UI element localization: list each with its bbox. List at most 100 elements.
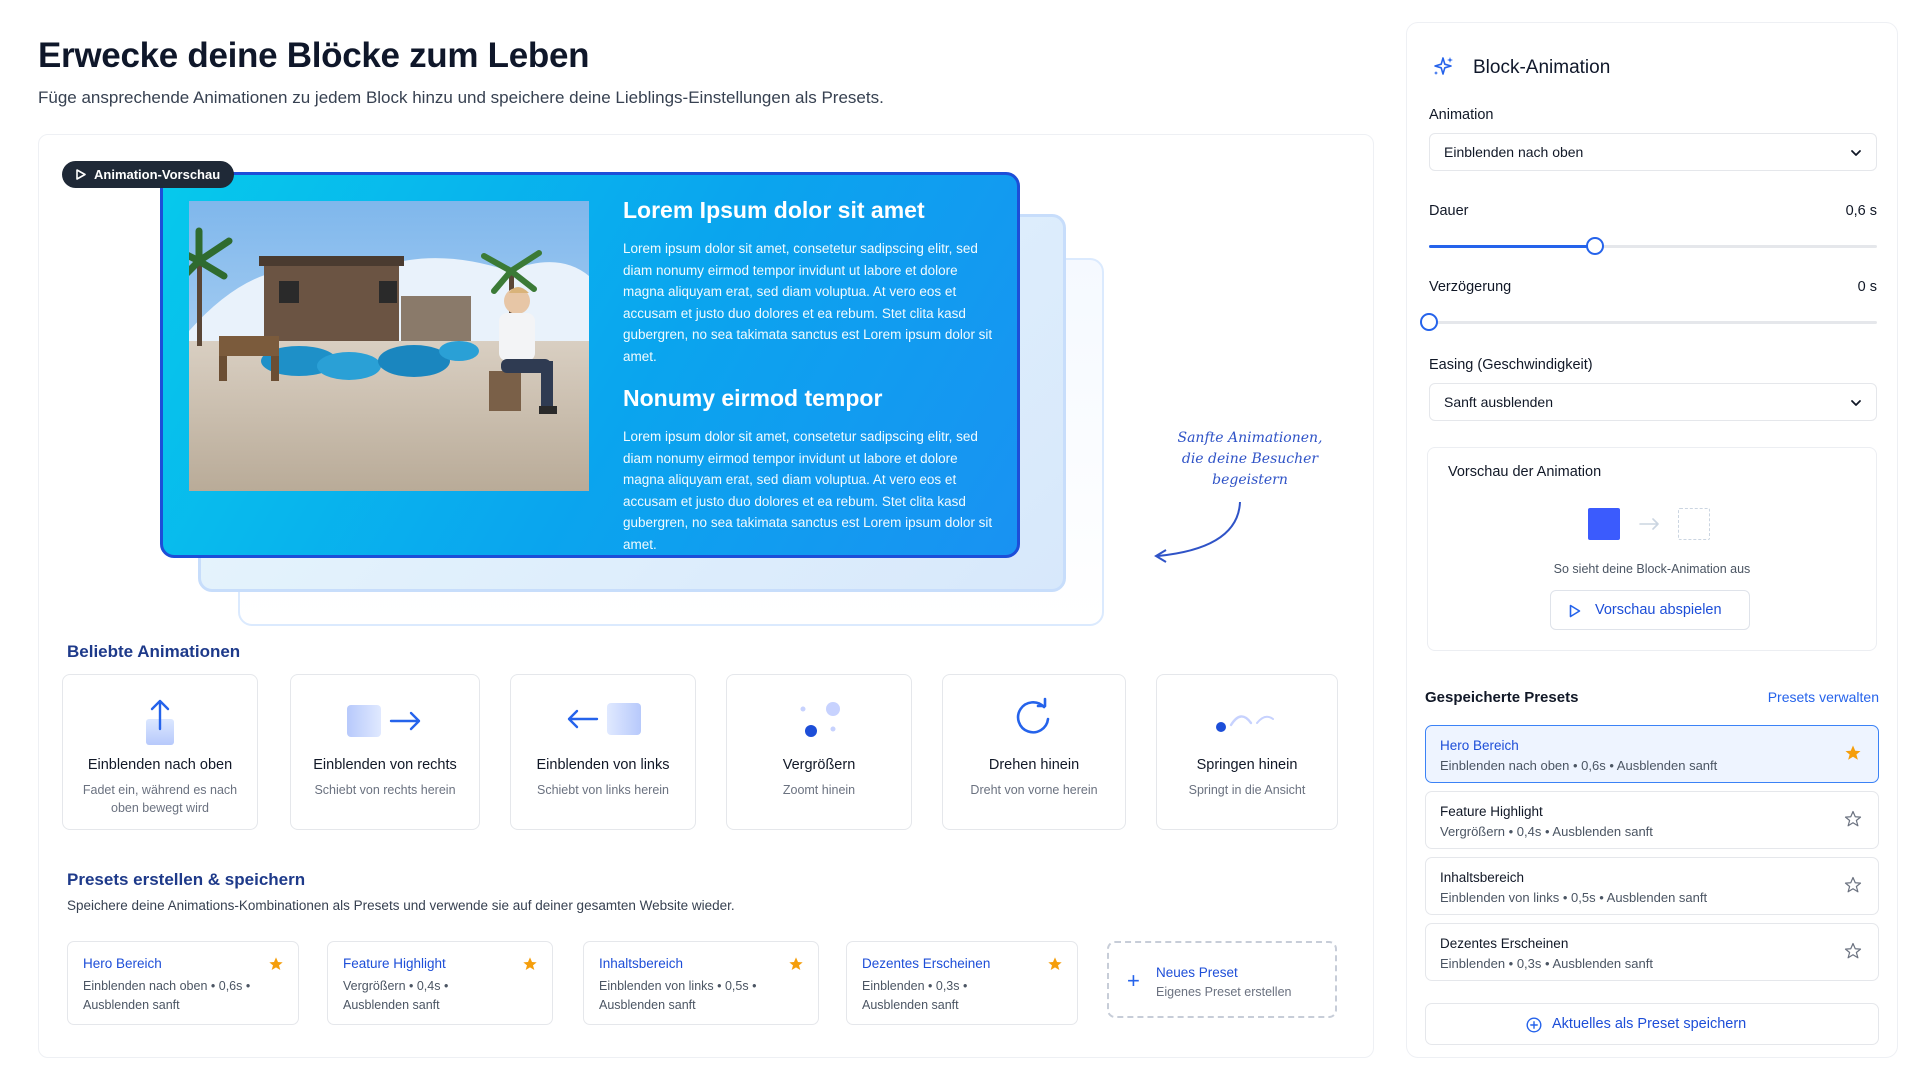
star-filled-icon[interactable] [788, 956, 804, 972]
preset-card-subtle[interactable]: Dezentes Erscheinen Einblenden • 0,3s • … [846, 941, 1078, 1025]
saved-preset-desc: Vergrößern • 0,4s • Ausblenden sanft [1440, 824, 1653, 839]
saved-preset-name: Dezentes Erscheinen [1440, 936, 1569, 951]
save-current-preset-button[interactable]: Aktuelles als Preset speichern [1425, 1003, 1879, 1045]
animation-option-desc: Fadet ein, während es nach oben bewegt w… [82, 783, 238, 815]
saved-preset-name: Hero Bereich [1440, 738, 1519, 753]
arrow-right-icon [1639, 518, 1659, 530]
saved-preset-feature[interactable]: Feature Highlight Vergrößern • 0,4s • Au… [1425, 791, 1879, 849]
saved-preset-desc: Einblenden • 0,3s • Ausblenden sanft [1440, 956, 1653, 971]
preset-card-feature[interactable]: Feature Highlight Vergrößern • 0,4s • Au… [327, 941, 553, 1025]
popular-animations-heading: Beliebte Animationen [67, 642, 241, 661]
arrow-right-icon [291, 697, 479, 745]
animation-option-title: Drehen hinein [988, 757, 1080, 773]
duration-label: Dauer [1429, 203, 1469, 219]
delay-slider-handle[interactable] [1420, 313, 1438, 331]
animation-option-slide-left[interactable]: Einblenden von links Schiebt von links h… [510, 674, 696, 830]
animation-preview-box: Vorschau der Animation So sieht deine Bl… [1427, 447, 1877, 651]
play-icon [1569, 604, 1581, 618]
bounce-icon [1157, 697, 1337, 745]
animation-option-bounce[interactable]: Springen hinein Springt in die Ansicht [1156, 674, 1338, 830]
duration-slider[interactable] [1429, 237, 1877, 255]
preset-card-content[interactable]: Inhaltsbereich Einblenden von links • 0,… [583, 941, 819, 1025]
animation-option-slide-right[interactable]: Einblenden von rechts Schiebt von rechts… [290, 674, 480, 830]
star-filled-icon[interactable] [1047, 956, 1063, 972]
duration-slider-fill [1429, 245, 1595, 248]
animation-select[interactable]: Einblenden nach oben [1429, 133, 1877, 171]
animation-option-title: Einblenden von links [536, 757, 670, 773]
preset-card-desc: Vergrößern • 0,4s • Ausblenden sanft [343, 979, 449, 1012]
handwritten-line-3: begeistern [1212, 472, 1288, 488]
preview-paragraph-2: Lorem ipsum dolor sit amet, consetetur s… [623, 429, 993, 552]
saved-preset-subtle[interactable]: Dezentes Erscheinen Einblenden • 0,3s • … [1425, 923, 1879, 981]
page-title: Erwecke deine Blöcke zum Leben [38, 36, 590, 75]
preset-card-hero[interactable]: Hero Bereich Einblenden nach oben • 0,6s… [67, 941, 299, 1025]
preview-heading-2: Nonumy eirmod tempor [623, 385, 883, 411]
animation-select-value: Einblenden nach oben [1444, 144, 1584, 160]
star-filled-icon[interactable] [1844, 744, 1862, 762]
animation-option-desc: Zoomt hinein [782, 783, 856, 797]
saved-preset-desc: Einblenden nach oben • 0,6s • Ausblenden… [1440, 758, 1718, 773]
duration-slider-handle[interactable] [1585, 237, 1604, 255]
saved-preset-content[interactable]: Inhaltsbereich Einblenden von links • 0,… [1425, 857, 1879, 915]
preset-card-desc: Einblenden von links • 0,5s • Ausblenden… [599, 979, 757, 1012]
star-filled-icon[interactable] [522, 956, 538, 972]
animation-option-desc: Springt in die Ansicht [1188, 783, 1306, 797]
chevron-down-icon [1851, 150, 1861, 156]
handwritten-line-2: die deine Besucher [1181, 451, 1319, 467]
saved-preset-desc: Einblenden von links • 0,5s • Ausblenden… [1440, 890, 1708, 905]
star-outline-icon[interactable] [1844, 942, 1862, 960]
presets-section-description: Speichere deine Animations-Kombinationen… [67, 898, 735, 913]
new-preset-button[interactable]: + Neues Preset Eigenes Preset erstellen [1107, 941, 1337, 1018]
preset-card-title: Inhaltsbereich [599, 956, 684, 971]
badge-label: Animation-Vorschau [94, 167, 221, 182]
plus-circle-icon [1526, 1017, 1542, 1033]
star-outline-icon[interactable] [1844, 876, 1862, 894]
sparkles-icon [1434, 57, 1453, 75]
animation-option-desc: Schiebt von links herein [536, 783, 670, 797]
animation-label: Animation [1429, 107, 1494, 123]
chevron-down-icon [1851, 400, 1861, 406]
easing-select-value: Sanft ausblenden [1444, 394, 1553, 410]
delay-label: Verzögerung [1429, 279, 1512, 295]
save-current-preset-label: Aktuelles als Preset speichern [1552, 1016, 1747, 1032]
animation-option-title: Einblenden nach oben [87, 757, 233, 773]
manage-presets-link[interactable]: Presets verwalten [1768, 689, 1879, 705]
block-animation-panel: Block-Animation Animation Einblenden nac… [1406, 22, 1898, 1058]
beach-scene-image [189, 201, 589, 491]
preview-label: Vorschau der Animation [1448, 464, 1602, 480]
animation-option-zoom[interactable]: Vergrößern Zoomt hinein [726, 674, 912, 830]
saved-preset-name: Inhaltsbereich [1440, 870, 1525, 885]
panel-title: Block-Animation [1473, 57, 1611, 78]
preview-start-square [1588, 508, 1620, 540]
preview-text-block: Lorem Ipsum dolor sit amet Lorem ipsum d… [623, 197, 999, 555]
arrow-left-icon [511, 697, 695, 745]
preset-card-title: Dezentes Erscheinen [862, 956, 991, 971]
preview-block-card[interactable]: Lorem Ipsum dolor sit amet Lorem ipsum d… [160, 172, 1020, 558]
delay-value: 0 s [1857, 279, 1877, 295]
saved-preset-hero[interactable]: Hero Bereich Einblenden nach oben • 0,6s… [1425, 725, 1879, 783]
play-preview-button[interactable]: Vorschau abspielen [1550, 590, 1750, 630]
easing-select[interactable]: Sanft ausblenden [1429, 383, 1877, 421]
saved-preset-name: Feature Highlight [1440, 804, 1543, 819]
handwritten-note: Sanfte Animationen, die deine Besucher b… [1150, 428, 1350, 491]
animation-preview-badge: Animation-Vorschau [62, 161, 235, 188]
star-outline-icon[interactable] [1844, 810, 1862, 828]
new-preset-title: Neues Preset [1156, 965, 1238, 980]
preset-card-desc: Einblenden • 0,3s • Ausblenden sanft [862, 979, 968, 1012]
handwritten-line-1: Sanfte Animationen, [1177, 430, 1323, 446]
preview-paragraph-1: Lorem ipsum dolor sit amet, consetetur s… [623, 241, 993, 364]
play-preview-label: Vorschau abspielen [1595, 602, 1722, 618]
preset-card-title: Feature Highlight [343, 956, 446, 971]
animation-option-desc: Schiebt von rechts herein [314, 783, 456, 797]
play-icon [76, 169, 86, 180]
saved-presets-heading: Gespeicherte Presets [1425, 689, 1579, 706]
animation-option-fade-up[interactable]: Einblenden nach oben Fadet ein, während … [62, 674, 258, 830]
delay-slider[interactable] [1420, 313, 1877, 331]
preview-caption: So sieht deine Block-Animation aus [1553, 562, 1751, 576]
new-preset-desc: Eigenes Preset erstellen [1156, 985, 1292, 999]
animation-option-rotate[interactable]: Drehen hinein Dreht von vorne herein [942, 674, 1126, 830]
animation-option-title: Springen hinein [1196, 757, 1298, 773]
animation-option-desc: Dreht von vorne herein [970, 783, 1098, 797]
animation-option-title: Einblenden von rechts [313, 757, 457, 773]
star-filled-icon[interactable] [268, 956, 284, 972]
